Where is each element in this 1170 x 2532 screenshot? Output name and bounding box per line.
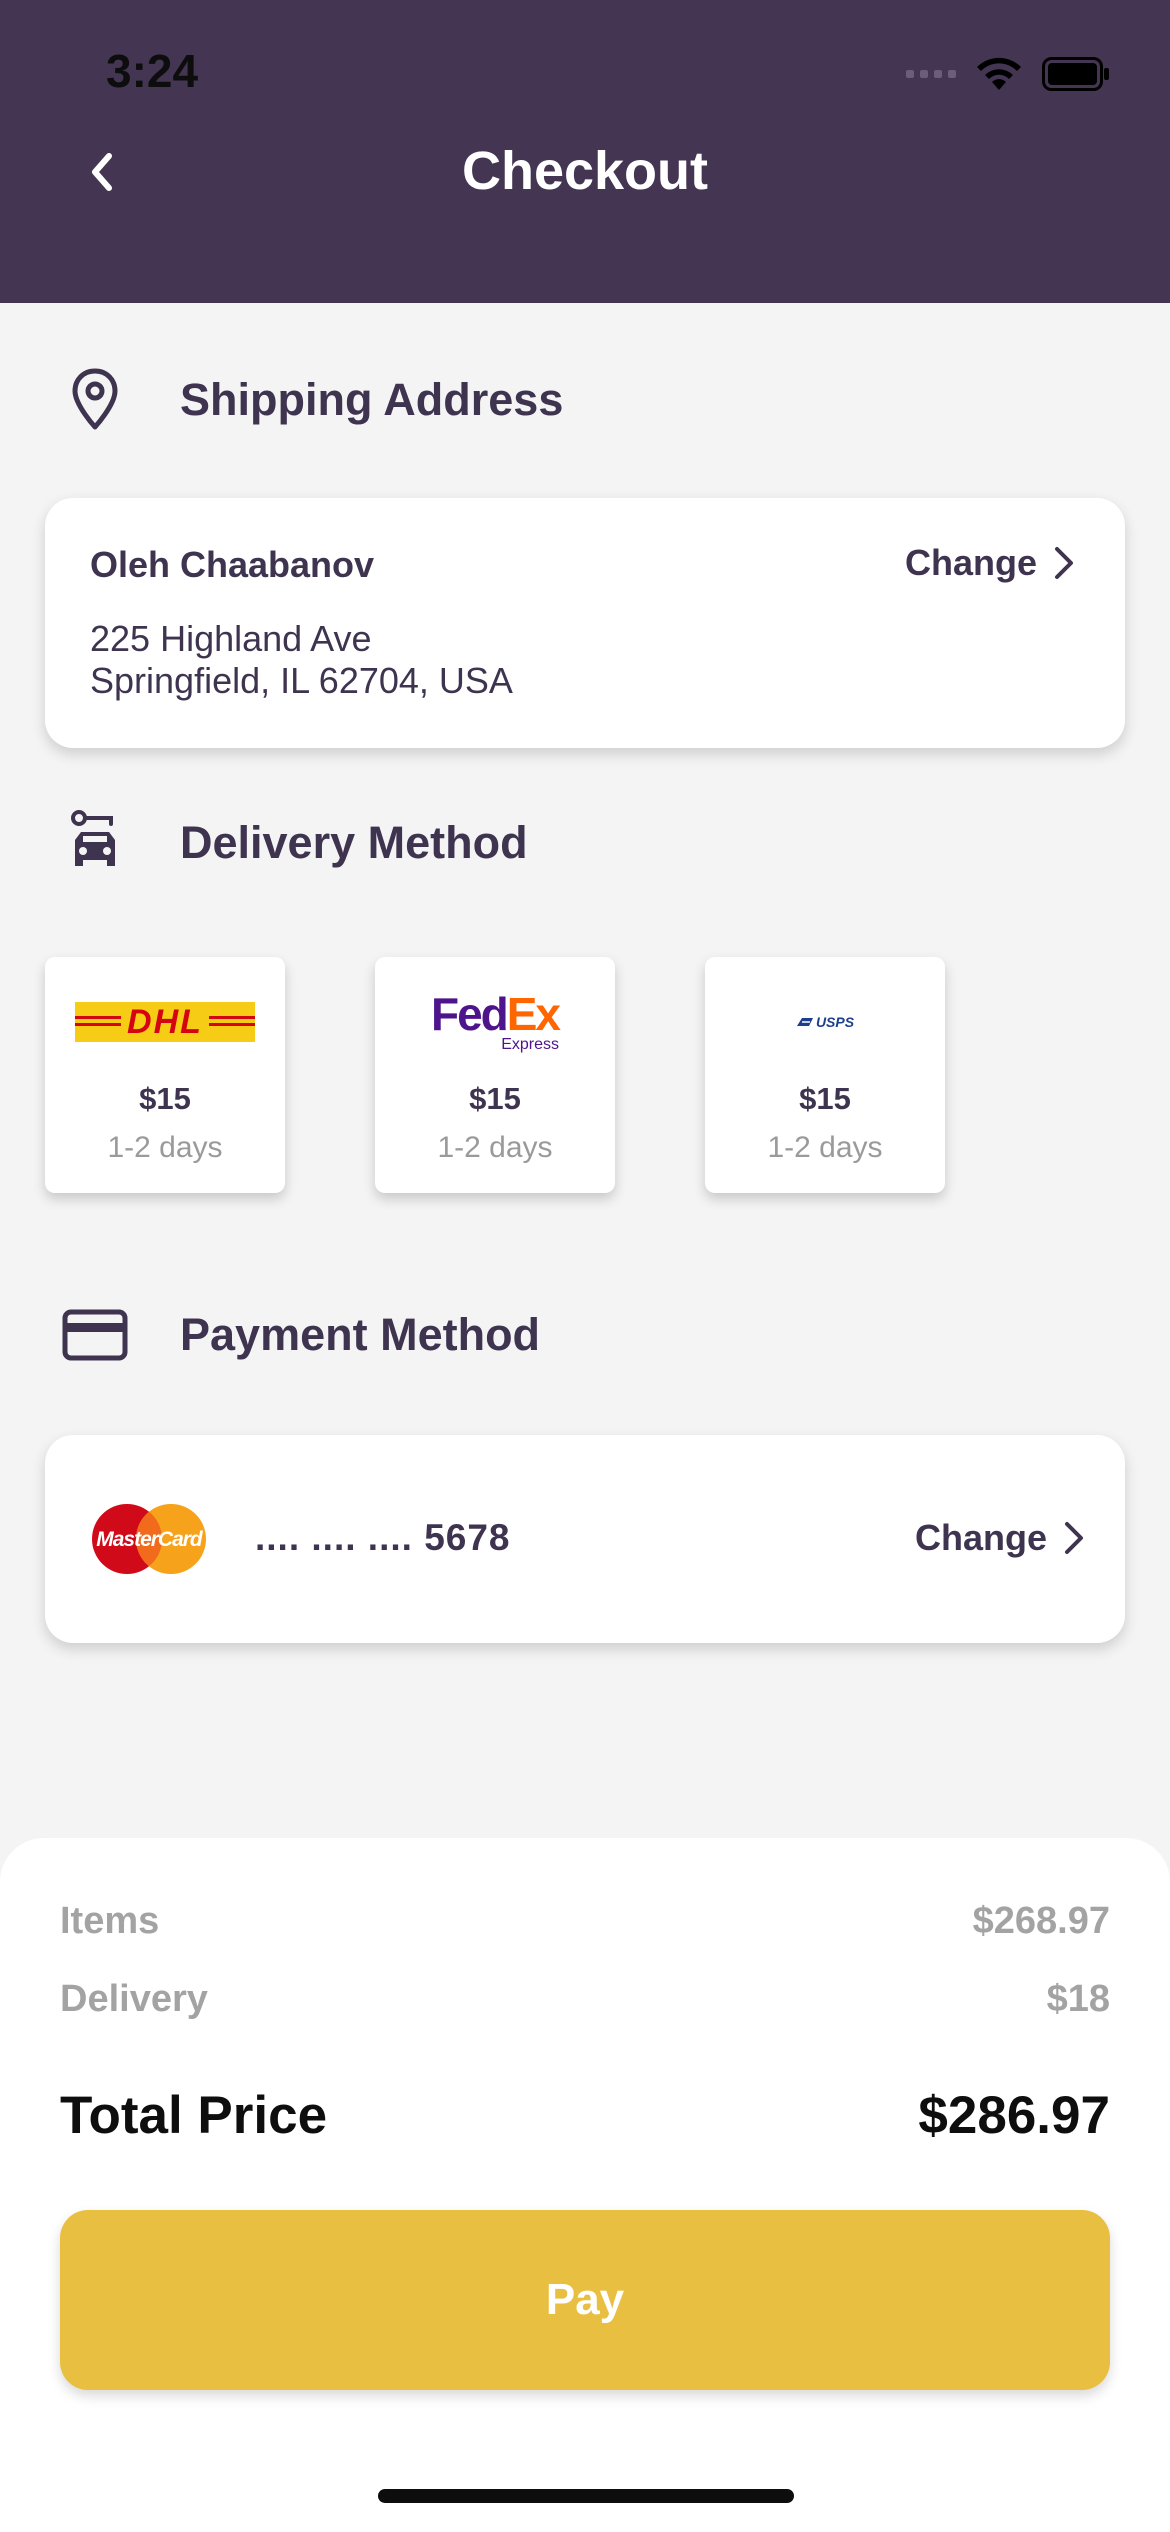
delivery-section-heading: Delivery Method xyxy=(60,808,528,878)
mastercard-logo: MasterCard xyxy=(92,1504,206,1574)
signal-icon xyxy=(906,70,956,78)
order-summary-sheet: Items $268.97 Delivery $18 Total Price $… xyxy=(0,1838,1170,2532)
shipping-address-card: Oleh Chaabanov Change 225 Highland Ave S… xyxy=(45,498,1125,748)
chevron-right-icon xyxy=(1055,547,1073,579)
dhl-logo-text: DHL xyxy=(121,1002,209,1042)
delivery-option-usps[interactable]: USPS $15 1-2 days xyxy=(705,957,945,1193)
delivery-option-fedex[interactable]: FedEx Express $15 1-2 days xyxy=(375,957,615,1193)
delivery-price: $15 xyxy=(139,1081,191,1116)
items-value: $268.97 xyxy=(972,1900,1110,1942)
fedex-logo-subtext: Express xyxy=(501,1036,560,1053)
location-pin-icon xyxy=(60,365,130,435)
payment-heading: Payment Method xyxy=(180,1309,541,1360)
change-payment-label: Change xyxy=(914,1517,1047,1558)
usps-logo: USPS xyxy=(705,987,945,1057)
delivery-days: 1-2 days xyxy=(437,1131,553,1164)
delivery-days: 1-2 days xyxy=(107,1131,223,1164)
recipient-name: Oleh Chaabanov xyxy=(90,544,375,585)
mastercard-logo-text: MasterCard xyxy=(96,1528,204,1551)
delivery-days: 1-2 days xyxy=(767,1131,883,1164)
home-indicator xyxy=(378,2489,794,2503)
address-line-1: 225 Highland Ave xyxy=(90,618,372,659)
shipping-heading: Shipping Address xyxy=(180,374,564,425)
delivery-label: Delivery xyxy=(60,1978,208,2020)
chevron-right-icon xyxy=(1065,1522,1083,1554)
status-icons xyxy=(906,56,1110,92)
change-address-button[interactable]: Change xyxy=(905,542,1075,584)
items-label: Items xyxy=(60,1900,160,1942)
total-row: Total Price $286.97 xyxy=(60,2085,1110,2146)
page-title: Checkout xyxy=(461,141,709,201)
wifi-icon xyxy=(977,57,1021,90)
delivery-price: $15 xyxy=(799,1081,851,1116)
delivery-car-icon xyxy=(60,808,130,878)
total-label: Total Price xyxy=(60,2086,328,2145)
status-time: 3:24 xyxy=(106,45,199,97)
payment-section-heading: Payment Method xyxy=(60,1300,540,1370)
payment-method-card: MasterCard .... .... .... 5678 Change xyxy=(45,1435,1125,1643)
delivery-row: Delivery $18 xyxy=(60,1978,1110,2021)
usps-eagle-icon xyxy=(796,1018,813,1026)
dhl-logo: DHL xyxy=(45,987,285,1057)
change-payment-button[interactable]: Change xyxy=(915,1517,1085,1559)
fedex-logo-text: FedEx xyxy=(430,988,561,1040)
shipping-section-heading: Shipping Address xyxy=(60,365,563,435)
pay-button[interactable]: Pay xyxy=(60,2210,1110,2390)
delivery-heading: Delivery Method xyxy=(180,817,528,868)
battery-icon xyxy=(1042,57,1109,91)
delivery-price: $15 xyxy=(469,1081,521,1116)
fedex-logo: FedEx Express xyxy=(375,987,615,1057)
card-number: .... .... .... 5678 xyxy=(255,1517,511,1558)
delivery-option-dhl[interactable]: DHL $15 1-2 days xyxy=(45,957,285,1193)
app-header: 3:24 Checkout xyxy=(0,0,1170,303)
delivery-value: $18 xyxy=(1046,1978,1110,2020)
total-value: $286.97 xyxy=(918,2086,1110,2145)
address-line-2: Springfield, IL 62704, USA xyxy=(90,660,513,701)
usps-logo-text: USPS xyxy=(815,1014,855,1030)
credit-card-icon xyxy=(60,1300,130,1370)
change-address-label: Change xyxy=(904,542,1037,583)
items-row: Items $268.97 xyxy=(60,1900,1110,1943)
